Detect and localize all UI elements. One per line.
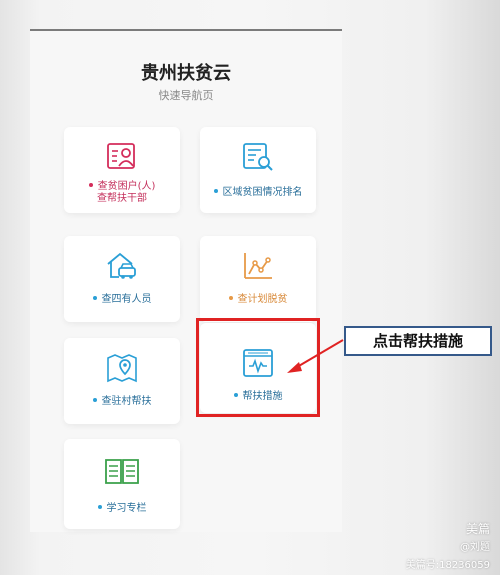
- app-subtitle: 快速导航页: [158, 89, 214, 102]
- open-book-icon: [64, 455, 180, 487]
- menu-card-label: 查驻村帮扶: [64, 396, 180, 408]
- menu-card-label: 区域贫困情况排名: [200, 187, 316, 199]
- bullet-dot: [228, 296, 233, 300]
- bullet-dot: [97, 505, 102, 509]
- menu-card-label: 查四有人员: [64, 294, 180, 306]
- watermark-brand: 美篇: [465, 522, 490, 536]
- watermark-id: 美篇号:18236059: [405, 560, 490, 571]
- line-chart-icon: [200, 250, 316, 282]
- app-title: 贵州扶贫云: [141, 63, 231, 84]
- map-pin-icon: [64, 352, 180, 384]
- menu-card-regional-ranking[interactable]: 区域贫困情况排名: [200, 127, 316, 213]
- bullet-dot: [92, 398, 97, 402]
- menu-card-village-assistance[interactable]: 查驻村帮扶: [64, 338, 180, 424]
- menu-card-planned-exit[interactable]: 查计划脱贫: [200, 236, 316, 322]
- phone-screen: 贵州扶贫云 快速导航页 查贫困户(人) 查帮扶干部 区域贫困情况排名 查四有人员…: [30, 29, 342, 532]
- menu-card-four-have-persons[interactable]: 查四有人员: [64, 236, 180, 322]
- id-card-icon: [64, 141, 180, 173]
- highlight-box: [196, 318, 320, 417]
- house-car-icon: [64, 250, 180, 282]
- menu-card-label: 查贫困户(人) 查帮扶干部: [64, 181, 180, 205]
- bullet-dot: [92, 296, 97, 300]
- menu-card-label: 学习专栏: [64, 503, 180, 515]
- menu-card-poverty-households[interactable]: 查贫困户(人) 查帮扶干部: [64, 127, 180, 213]
- annotation-callout: 点击帮扶措施: [344, 326, 492, 356]
- bullet-dot: [213, 189, 218, 193]
- report-search-icon: [200, 141, 316, 173]
- bullet-dot: [88, 183, 93, 187]
- menu-card-label: 查计划脱贫: [200, 294, 316, 306]
- menu-card-study-column[interactable]: 学习专栏: [64, 439, 180, 529]
- watermark-author: @刘题: [460, 542, 490, 553]
